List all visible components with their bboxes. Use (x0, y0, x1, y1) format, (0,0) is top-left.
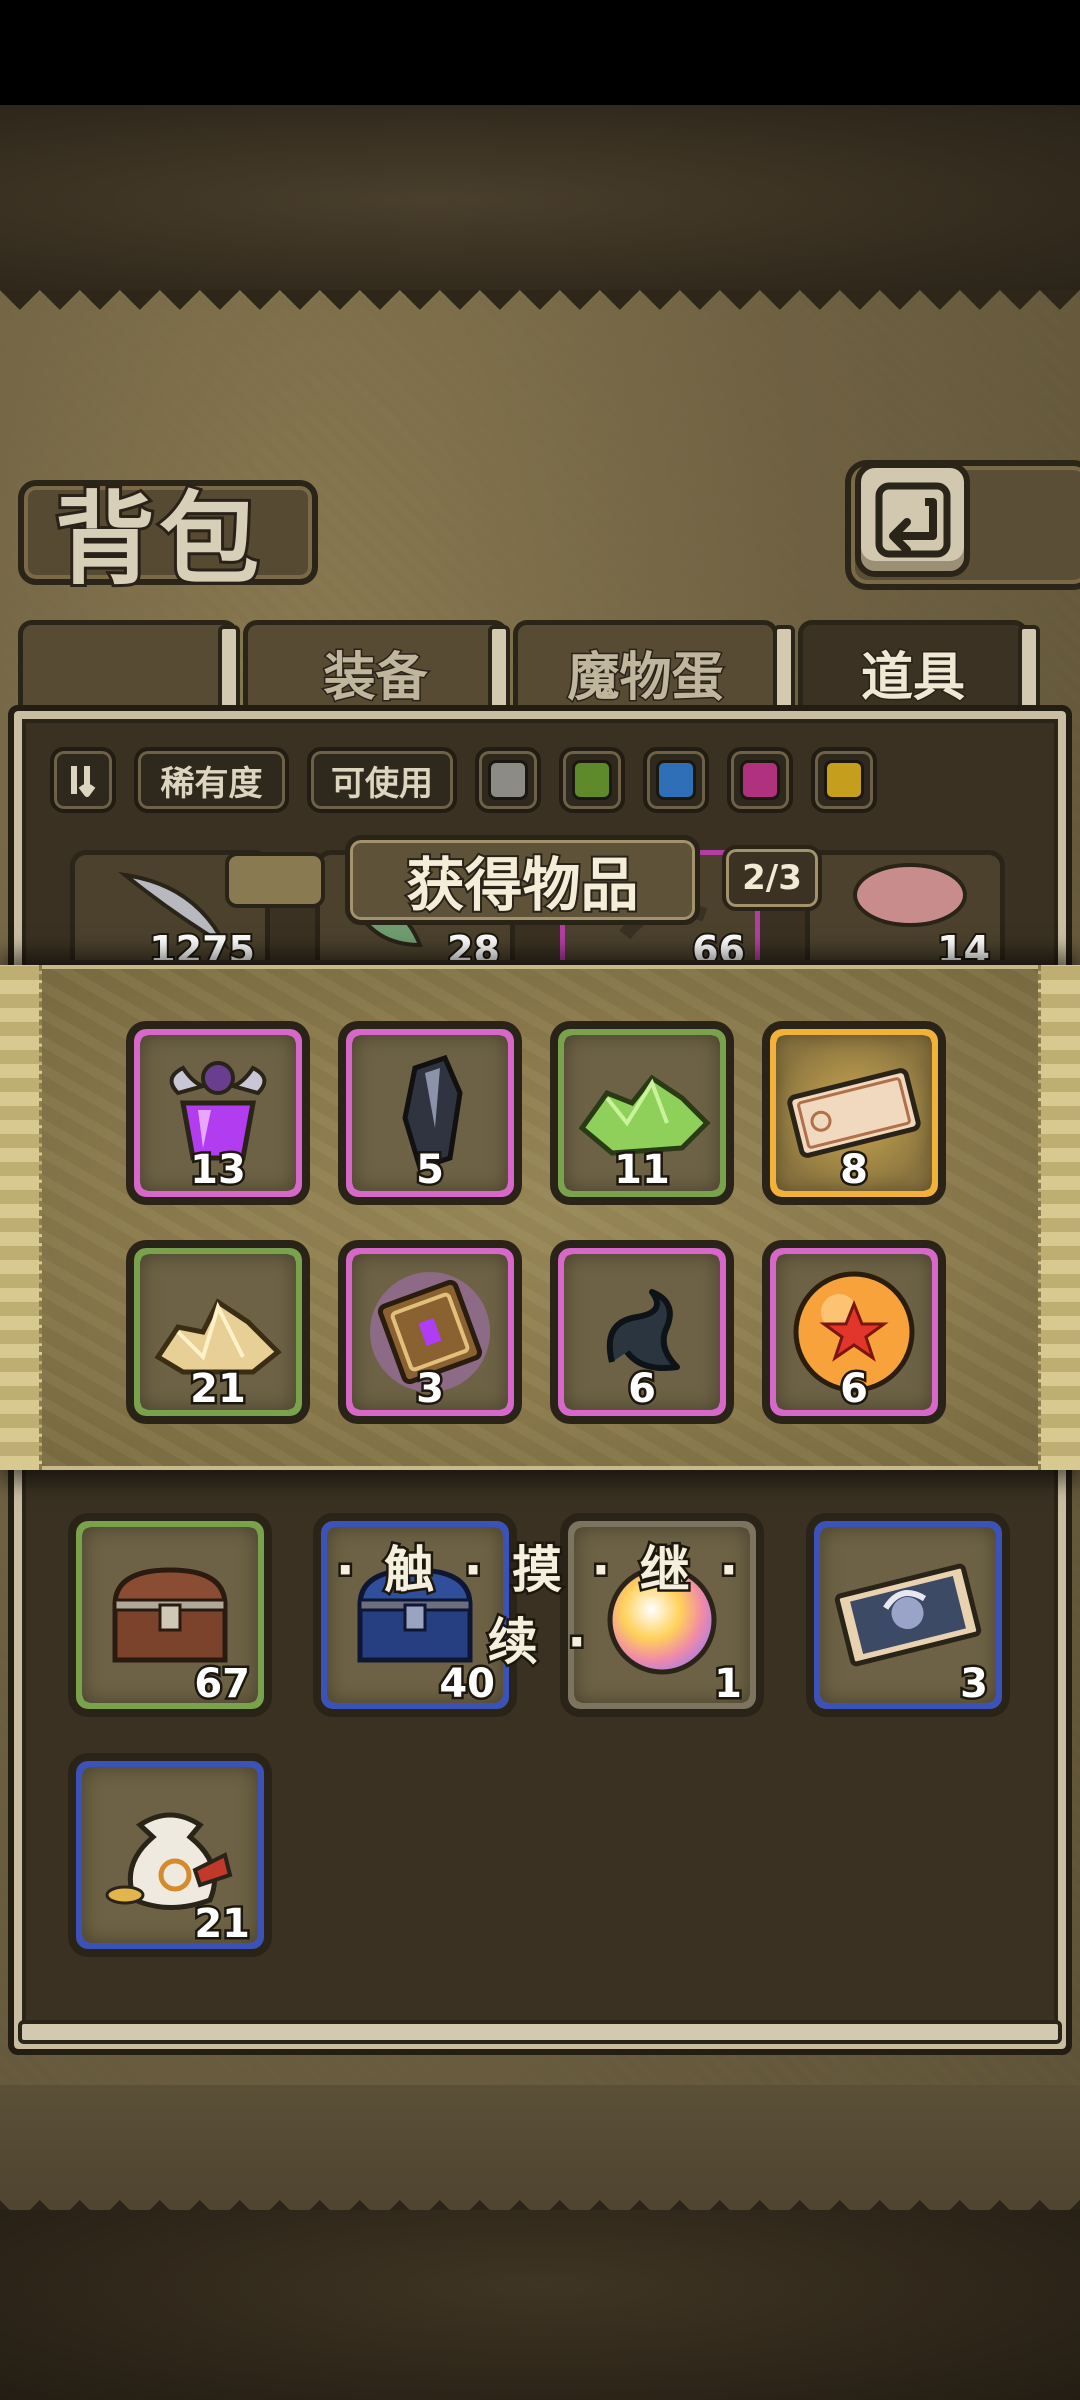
header-ornament-left (225, 852, 325, 908)
inventory-slot[interactable]: 21 (70, 1755, 270, 1955)
rarity-sort-button[interactable]: 稀有度 (134, 747, 289, 813)
blue-swatch (656, 760, 696, 800)
panel-bottom-rail (18, 2020, 1062, 2044)
gold-swatch (824, 760, 864, 800)
inventory-slot[interactable]: 67 (70, 1515, 270, 1715)
item-count: 14 (935, 926, 992, 960)
reward-slot[interactable]: 3 (340, 1242, 520, 1422)
reward-slot[interactable]: 13 (128, 1023, 308, 1203)
filter-grey-button[interactable] (475, 747, 541, 813)
character-card-icon (834, 1563, 982, 1667)
item-count: 3 (414, 1364, 447, 1415)
usable-filter-button[interactable]: 可使用 (307, 747, 457, 813)
filter-purple-button[interactable] (727, 747, 793, 813)
bottom-backdrop (0, 2210, 1080, 2400)
touch-to-continue[interactable]: · 触 · 摸 · 继 · 续 · (300, 1530, 780, 1674)
inventory-slot[interactable]: 14 (805, 850, 1005, 960)
reward-slot[interactable]: 6 (764, 1242, 944, 1422)
item-count: 3 (958, 1659, 991, 1710)
item-count: 66 (690, 926, 747, 960)
obtain-title: 获得物品 (345, 835, 700, 925)
band-edge-left (0, 965, 42, 1470)
item-count: 8 (838, 1145, 871, 1196)
filter-blue-button[interactable] (643, 747, 709, 813)
green-swatch (572, 760, 612, 800)
item-count: 67 (192, 1659, 253, 1710)
sort-button[interactable] (50, 747, 116, 813)
page-title: 背包 (52, 477, 263, 601)
purple-swatch (740, 760, 780, 800)
item-count: 11 (612, 1145, 673, 1196)
item-count: 21 (188, 1364, 249, 1415)
reward-slot[interactable]: 5 (340, 1023, 520, 1203)
item-count: 5 (414, 1145, 447, 1196)
item-count: 6 (838, 1364, 871, 1415)
back-button[interactable] (855, 462, 970, 577)
grey-swatch (488, 760, 528, 800)
item-count: 13 (188, 1145, 249, 1196)
band-edge-right (1038, 965, 1080, 1470)
reward-slot[interactable]: 6 (552, 1242, 732, 1422)
item-count: 6 (626, 1364, 659, 1415)
top-jagged-edge (0, 290, 1080, 330)
inventory-slot[interactable]: 3 (808, 1515, 1008, 1715)
top-backdrop (0, 105, 1080, 295)
reward-slot[interactable]: 11 (552, 1023, 732, 1203)
item-count: 1275 (147, 926, 257, 960)
reward-slot[interactable]: 21 (128, 1242, 308, 1422)
return-arrow-icon (875, 482, 950, 557)
reward-slot[interactable]: 8 (764, 1023, 944, 1203)
item-count: 28 (445, 926, 502, 960)
filter-gold-button[interactable] (811, 747, 877, 813)
sort-toggle-icon (71, 766, 96, 797)
filter-row: 稀有度 可使用 (50, 745, 877, 815)
filter-green-button[interactable] (559, 747, 625, 813)
page-indicator: 2/3 (722, 845, 822, 911)
item-count: 21 (192, 1899, 253, 1950)
